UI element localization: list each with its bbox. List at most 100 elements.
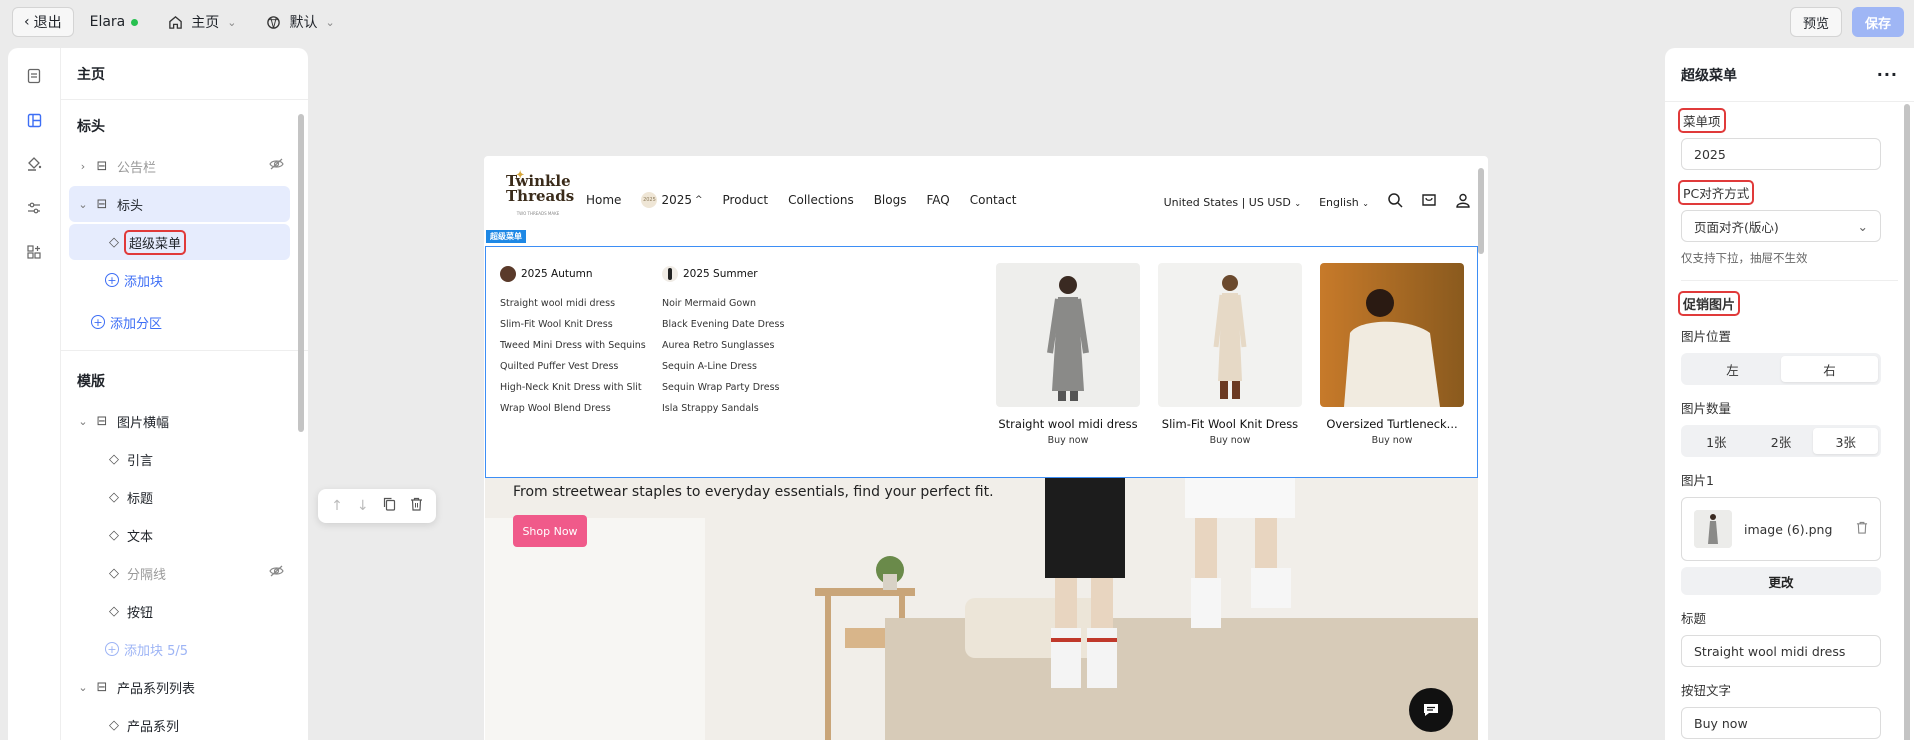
position-left-option[interactable]: 左 — [1684, 356, 1781, 382]
mega-menu-panel[interactable]: 2025 Autumn Straight wool midi dress Sli… — [485, 246, 1478, 478]
rail-settings[interactable] — [8, 186, 60, 230]
promo-title: Straight wool midi dress — [998, 417, 1138, 431]
menu-item-field[interactable]: 2025 — [1681, 138, 1881, 170]
eye-off-icon[interactable] — [269, 565, 284, 581]
pc-align-select[interactable]: 页面对齐(版心) ⌄ — [1681, 210, 1881, 242]
section-icon: ⊟ — [96, 679, 108, 695]
tree-node-header[interactable]: ⌄ ⊟ 标头 — [69, 186, 290, 222]
mega-column-header[interactable]: 2025 Autumn — [500, 265, 646, 283]
count-2-option[interactable]: 2张 — [1749, 428, 1814, 454]
mega-link[interactable]: Slim-Fit Wool Knit Dress — [500, 314, 646, 335]
section-tree-panel: 主页 标头 › ⊟ 公告栏 ⌄ ⊟ 标头 ◇ 超级菜单 + 添加块 + 添加分区… — [60, 48, 308, 740]
trash-icon[interactable] — [410, 497, 423, 515]
mega-link[interactable]: Wrap Wool Blend Dress — [500, 398, 646, 419]
storefront-header: ✦ Twinkle Threads TWO THREADS MAKE Home … — [484, 156, 1479, 244]
page-selector[interactable]: 主页 ⌄ — [168, 12, 236, 32]
chevron-down-icon[interactable]: ⌄ — [73, 415, 93, 428]
mega-link[interactable]: Black Evening Date Dress — [662, 314, 784, 335]
change-image-button[interactable]: 更改 — [1681, 567, 1881, 595]
nav-home[interactable]: Home — [586, 193, 621, 207]
more-icon[interactable]: ··· — [1877, 65, 1898, 84]
settings-scrollbar[interactable] — [1904, 104, 1910, 740]
tree-scrollbar[interactable] — [298, 114, 304, 432]
count-3-option[interactable]: 3张 — [1813, 428, 1879, 454]
nav-faq[interactable]: FAQ — [926, 193, 949, 207]
promo-card[interactable]: Oversized Turtleneck... Buy now — [1320, 263, 1464, 446]
mega-link[interactable]: Isla Strappy Sandals — [662, 398, 784, 419]
save-button[interactable]: 保存 — [1851, 7, 1904, 37]
tree-node-collection-child[interactable]: ◇ 产品系列 — [69, 707, 290, 740]
promo-buy-link[interactable]: Buy now — [1158, 435, 1302, 446]
mega-link[interactable]: High-Neck Knit Dress with Slit — [500, 377, 646, 398]
image1-card[interactable]: image (6).png — [1681, 497, 1881, 561]
diamond-icon: ◇ — [109, 603, 119, 619]
mega-link[interactable]: Aurea Retro Sunglasses — [662, 335, 784, 356]
hero-banner[interactable]: From streetwear staples to everyday esse… — [485, 478, 1478, 740]
tree-node-collection-list[interactable]: ⌄ ⊟ 产品系列列表 — [69, 669, 290, 705]
promo-buy-link[interactable]: Buy now — [996, 435, 1140, 446]
mega-link[interactable]: Quilted Puffer Vest Dress — [500, 356, 646, 377]
brand-logo[interactable]: ✦ Twinkle Threads TWO THREADS MAKE — [506, 170, 574, 226]
canvas-scrollbar[interactable] — [1478, 168, 1484, 254]
diamond-icon: ◇ — [109, 451, 119, 467]
tree-node-image-banner[interactable]: ⌄ ⊟ 图片横幅 — [69, 403, 290, 439]
settings-panel: 超级菜单 ··· 菜单项 2025 PC对齐方式 页面对齐(版心) ⌄ 仅支持下… — [1665, 48, 1914, 740]
nav-contact[interactable]: Contact — [970, 193, 1017, 207]
exit-button[interactable]: ‹ 退出 — [12, 7, 74, 37]
preview-button[interactable]: 预览 — [1789, 7, 1842, 37]
chevron-down-icon[interactable]: ⌄ — [73, 681, 93, 694]
chevron-down-icon: ⌄ — [1857, 218, 1868, 234]
nav-collections[interactable]: Collections — [788, 193, 854, 207]
mega-column-header[interactable]: 2025 Summer — [662, 265, 784, 283]
trash-icon[interactable] — [1856, 521, 1868, 538]
chat-icon[interactable] — [1409, 688, 1453, 732]
mega-link[interactable]: Sequin Wrap Party Dress — [662, 377, 784, 398]
arrow-down-icon[interactable]: ↓ — [357, 498, 369, 514]
nav-blogs[interactable]: Blogs — [874, 193, 907, 207]
language-selector[interactable]: English ⌄ — [1319, 196, 1369, 209]
add-block-link[interactable]: + 添加块 — [61, 262, 308, 298]
rail-theme[interactable] — [8, 142, 60, 186]
rail-sections[interactable] — [8, 98, 60, 142]
rail-pages[interactable] — [8, 54, 60, 98]
user-icon[interactable] — [1455, 192, 1471, 212]
tree-node-super-menu[interactable]: ◇ 超级菜单 — [69, 224, 290, 260]
button-text-field[interactable]: Buy now — [1681, 707, 1881, 739]
image1-filename: image (6).png — [1744, 521, 1833, 537]
chevron-down-icon[interactable]: ⌄ — [73, 198, 93, 211]
title-field[interactable]: Straight wool midi dress — [1681, 635, 1881, 667]
add-section-link[interactable]: + 添加分区 — [61, 304, 308, 340]
eye-off-icon[interactable] — [269, 158, 284, 174]
tree-node-announcement[interactable]: › ⊟ 公告栏 — [69, 148, 290, 184]
promo-card[interactable]: Slim-Fit Wool Knit Dress Buy now — [1158, 263, 1302, 446]
mega-link[interactable]: Sequin A-Line Dress — [662, 356, 784, 377]
search-icon[interactable] — [1387, 192, 1403, 212]
chevron-right-icon[interactable]: › — [73, 160, 93, 173]
tree-node-quote[interactable]: ◇ 引言 — [69, 441, 290, 477]
shop-now-button[interactable]: Shop Now — [513, 515, 587, 547]
mega-link[interactable]: Tweed Mini Dress with Sequins — [500, 335, 646, 356]
tree-node-divider[interactable]: ◇ 分隔线 — [69, 555, 290, 591]
mega-column-title: 2025 Autumn — [521, 268, 593, 280]
cart-icon[interactable] — [1421, 192, 1437, 212]
arrow-up-icon[interactable]: ↑ — [331, 498, 343, 514]
promo-card[interactable]: Straight wool midi dress Buy now — [996, 263, 1140, 446]
position-right-option[interactable]: 右 — [1781, 356, 1878, 382]
nav-2025[interactable]: 2025 2025 ^ — [641, 192, 703, 208]
mega-link[interactable]: Noir Mermaid Gown — [662, 293, 784, 314]
theme-selector[interactable]: 默认 ⌄ — [266, 12, 335, 32]
nav-product[interactable]: Product — [723, 193, 769, 207]
mega-link[interactable]: Straight wool midi dress — [500, 293, 646, 314]
nav-2025-label: 2025 — [661, 193, 692, 207]
region-selector[interactable]: United States | US USD ⌄ — [1164, 196, 1301, 209]
promo-buy-link[interactable]: Buy now — [1320, 435, 1464, 446]
copy-icon[interactable] — [383, 497, 396, 515]
tree-node-button[interactable]: ◇ 按钮 — [69, 593, 290, 629]
count-1-option[interactable]: 1张 — [1684, 428, 1749, 454]
button-label: 按钮 — [127, 605, 154, 621]
add-block-limit-link[interactable]: + 添加块 5/5 — [61, 631, 308, 667]
rail-apps[interactable] — [8, 230, 60, 274]
tree-node-text[interactable]: ◇ 文本 — [69, 517, 290, 553]
site-name[interactable]: Elara — [90, 14, 139, 30]
tree-node-heading[interactable]: ◇ 标题 — [69, 479, 290, 515]
